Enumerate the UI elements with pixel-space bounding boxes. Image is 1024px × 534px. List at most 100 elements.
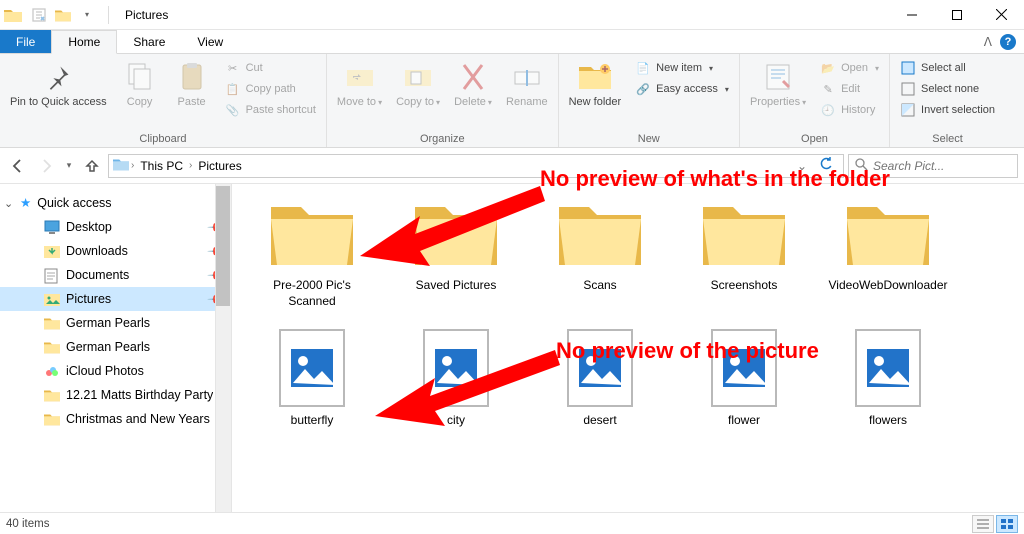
up-button[interactable]: [80, 154, 104, 178]
window-title: Pictures: [125, 8, 168, 22]
crumb-this-pc[interactable]: This PC: [136, 157, 187, 175]
pin-to-quick-access-button[interactable]: Pin to Quick access: [4, 56, 113, 113]
item-label: Scans: [583, 278, 616, 294]
scrollbar-thumb[interactable]: [216, 186, 230, 306]
nav-folder-bday[interactable]: 12.21 Matts Birthday Party: [0, 383, 231, 407]
address-bar: ▾ › This PC › Pictures ⌄: [0, 148, 1024, 184]
nav-downloads[interactable]: Downloads📌: [0, 239, 231, 263]
select-all-icon: [900, 60, 916, 76]
folder-item[interactable]: Scans: [540, 194, 660, 309]
tab-file[interactable]: File: [0, 30, 51, 53]
qat-new-folder-icon[interactable]: [52, 4, 74, 26]
item-label: Pre-2000 Pic's Scanned: [252, 278, 372, 309]
copy-to-button[interactable]: Copy to▾: [390, 56, 446, 113]
nav-quick-access[interactable]: ⌄ ★ Quick access: [0, 190, 231, 215]
new-folder-icon: [578, 60, 612, 94]
maximize-button[interactable]: [934, 0, 979, 30]
image-file-icon: [408, 329, 504, 407]
easy-access-icon: 🔗: [635, 81, 651, 97]
select-all-button[interactable]: Select all: [894, 58, 1001, 78]
breadcrumb[interactable]: › This PC › Pictures ⌄: [108, 154, 844, 178]
move-to-button[interactable]: Move to▾: [331, 56, 388, 113]
paste-shortcut-icon: 📎: [225, 102, 241, 118]
copy-icon: [127, 60, 153, 94]
folder-item[interactable]: VideoWebDownloader: [828, 194, 948, 309]
folder-icon: [44, 340, 60, 354]
select-none-button[interactable]: Select none: [894, 79, 1001, 99]
copy-path-button[interactable]: 📋Copy path: [219, 79, 322, 99]
folder-icon: [113, 157, 129, 174]
cut-button[interactable]: ✂Cut: [219, 58, 322, 78]
nav-folder-xmas[interactable]: Christmas and New Years: [0, 407, 231, 431]
desktop-icon: [44, 220, 60, 234]
image-file-icon: [552, 329, 648, 407]
item-label: flowers: [869, 413, 907, 429]
rename-button[interactable]: Rename: [500, 56, 554, 113]
item-label: flower: [728, 413, 760, 429]
item-label: Screenshots: [711, 278, 778, 294]
group-label-clipboard: Clipboard: [4, 131, 322, 147]
new-folder-button[interactable]: New folder: [563, 56, 628, 113]
folder-icon: [44, 412, 60, 426]
open-button[interactable]: 📂Open▾: [814, 58, 885, 78]
paste-button[interactable]: Paste: [167, 56, 217, 113]
picture-item[interactable]: flowers: [828, 329, 948, 429]
details-view-button[interactable]: [972, 515, 994, 533]
item-label: Saved Pictures: [416, 278, 497, 294]
pictures-icon: [44, 292, 60, 306]
back-button[interactable]: [6, 154, 30, 178]
crumb-pictures[interactable]: Pictures: [194, 157, 245, 175]
nav-scrollbar[interactable]: [215, 184, 231, 512]
folder-item[interactable]: Screenshots: [684, 194, 804, 309]
new-item-button[interactable]: 📄New item▾: [629, 58, 735, 78]
nav-folder-gp1[interactable]: German Pearls: [0, 311, 231, 335]
qat-properties-icon[interactable]: [28, 4, 50, 26]
folder-item[interactable]: Pre-2000 Pic's Scanned: [252, 194, 372, 309]
item-label: butterfly: [291, 413, 334, 429]
chevron-right-icon[interactable]: ›: [189, 160, 192, 171]
edit-icon: ✎: [820, 81, 836, 97]
nav-documents[interactable]: Documents📌: [0, 263, 231, 287]
item-label: desert: [583, 413, 616, 429]
chevron-down-icon[interactable]: ⌄: [4, 197, 13, 210]
invert-selection-button[interactable]: Invert selection: [894, 100, 1001, 120]
recent-locations-button[interactable]: ▾: [62, 154, 76, 178]
delete-button[interactable]: Delete▾: [448, 56, 498, 113]
folder-icon: [552, 194, 648, 272]
folder-item[interactable]: Saved Pictures: [396, 194, 516, 309]
nav-icloud[interactable]: iCloud Photos: [0, 359, 231, 383]
folder-icon: [264, 194, 360, 272]
picture-item[interactable]: city: [396, 329, 516, 429]
search-input[interactable]: [873, 159, 1011, 173]
nav-folder-gp2[interactable]: German Pearls: [0, 335, 231, 359]
nav-desktop[interactable]: Desktop📌: [0, 215, 231, 239]
properties-button[interactable]: Properties▾: [744, 56, 812, 113]
chevron-right-icon[interactable]: ›: [131, 160, 134, 171]
copy-button[interactable]: Copy: [115, 56, 165, 113]
history-button[interactable]: 🕘History: [814, 100, 885, 120]
item-label: VideoWebDownloader: [829, 278, 948, 294]
forward-button[interactable]: [34, 154, 58, 178]
large-icons-view-button[interactable]: [996, 515, 1018, 533]
item-label: city: [447, 413, 465, 429]
tab-home[interactable]: Home: [51, 30, 117, 54]
picture-item[interactable]: butterfly: [252, 329, 372, 429]
collapse-ribbon-icon[interactable]: ᐱ: [984, 35, 992, 49]
tab-view[interactable]: View: [181, 30, 239, 53]
paste-shortcut-button[interactable]: 📎Paste shortcut: [219, 100, 322, 120]
content-area[interactable]: Pre-2000 Pic's Scanned Saved Pictures Scan…: [232, 184, 1024, 512]
nav-pictures[interactable]: Pictures📌: [0, 287, 231, 311]
easy-access-button[interactable]: 🔗Easy access▾: [629, 79, 735, 99]
edit-button[interactable]: ✎Edit: [814, 79, 885, 99]
picture-item[interactable]: desert: [540, 329, 660, 429]
refresh-button[interactable]: [813, 157, 839, 174]
search-box[interactable]: [848, 154, 1018, 178]
ribbon: Pin to Quick access Copy Paste ✂Cut 📋Cop…: [0, 54, 1024, 148]
address-dropdown-icon[interactable]: ⌄: [793, 159, 811, 173]
close-button[interactable]: [979, 0, 1024, 30]
qat-dropdown-icon[interactable]: ▾: [76, 4, 98, 26]
help-icon[interactable]: ?: [1000, 34, 1016, 50]
picture-item[interactable]: flower: [684, 329, 804, 429]
minimize-button[interactable]: [889, 0, 934, 30]
tab-share[interactable]: Share: [117, 30, 181, 53]
